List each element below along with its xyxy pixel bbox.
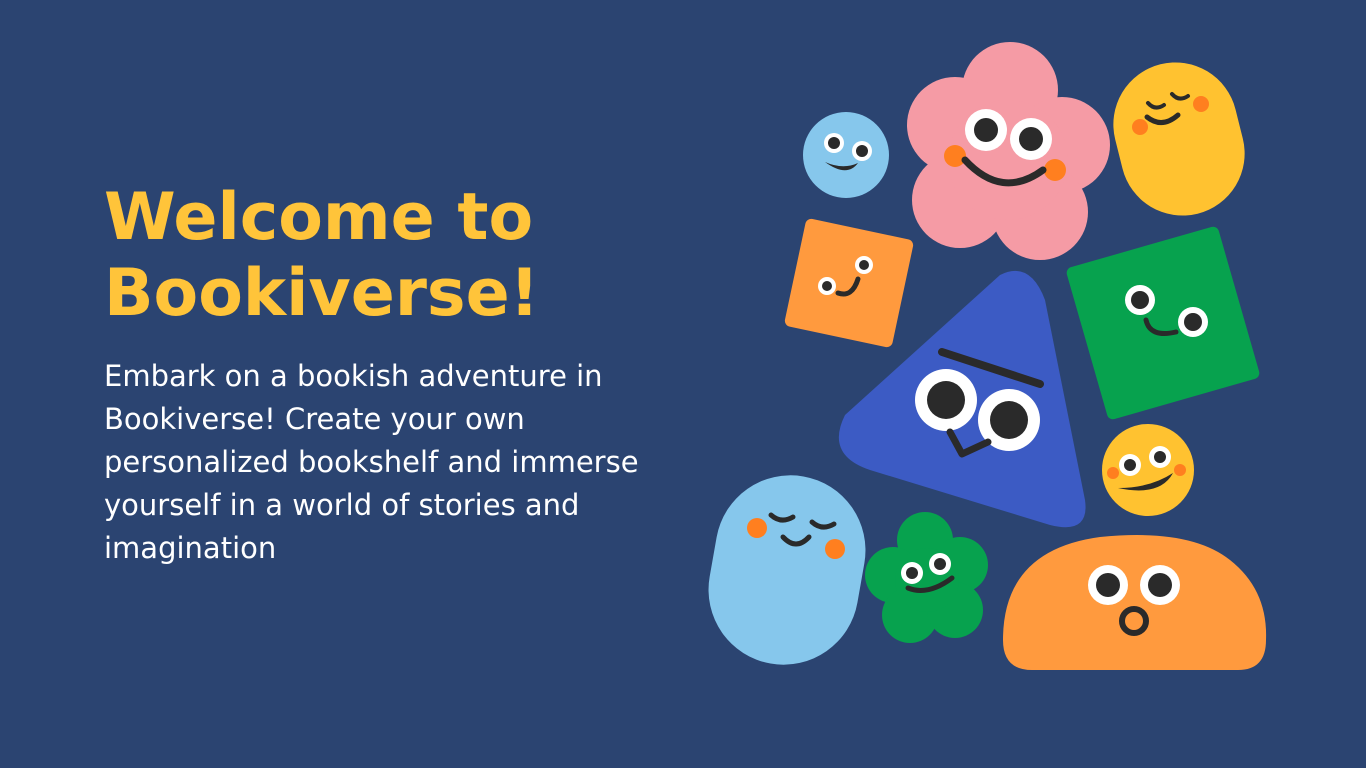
characters-illustration — [708, 42, 1267, 670]
yellow-circle-character — [1102, 424, 1194, 516]
hero-description: Embark on a bookish adventure in Bookive… — [104, 359, 639, 565]
pink-flower-character — [907, 42, 1110, 260]
blue-circle-character — [803, 112, 889, 198]
yellow-pill-character — [1113, 62, 1245, 216]
green-square-character — [1066, 226, 1260, 420]
green-clover-character — [865, 512, 988, 643]
hero-title-line-1: Welcome to — [104, 180, 534, 255]
orange-dome-character — [1003, 535, 1267, 670]
light-blue-pill-character — [708, 475, 866, 665]
orange-square-character — [784, 218, 914, 348]
hero-title: Welcome to Bookiverse! — [104, 180, 539, 332]
hero-title-line-2: Bookiverse! — [104, 256, 540, 331]
